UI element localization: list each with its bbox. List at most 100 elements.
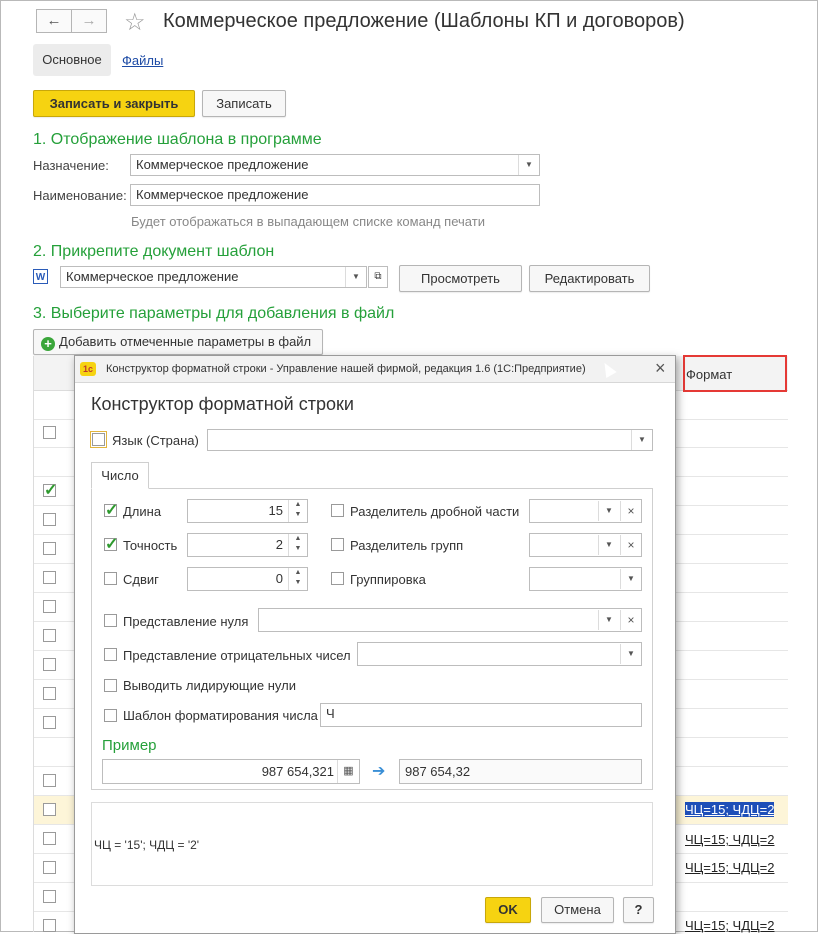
chevron-down-icon[interactable]: ▼ [631,430,652,450]
format-cell[interactable]: ЧЦ=15; ЧДЦ=2 [685,860,774,875]
row-checkbox[interactable] [43,861,56,874]
negative-repr-label: Представление отрицательных чисел [123,648,351,663]
precision-checkbox[interactable]: ✓ [104,537,118,553]
row-checkbox[interactable] [43,542,56,555]
spin-arrows-icon[interactable]: ▲ ▼ [288,500,307,522]
decimal-separator-label: Разделитель дробной части [350,504,520,519]
row-checkbox[interactable] [43,426,56,439]
row-checkbox[interactable] [43,629,56,642]
tab-files[interactable]: Файлы [122,53,163,68]
grouping-label: Группировка [350,572,426,587]
save-and-close-button[interactable]: Записать и закрыть [33,90,195,117]
template-value: Ч [326,706,335,721]
shift-stepper[interactable]: 0 ▲ ▼ [187,567,308,591]
chevron-down-icon[interactable]: ▼ [518,155,539,175]
clear-icon[interactable]: × [620,610,641,630]
template-input[interactable]: Ч [320,703,642,727]
add-params-button[interactable]: + Добавить отмеченные параметры в файл [33,329,323,355]
negative-repr-checkbox[interactable] [104,648,117,661]
language-checkbox[interactable] [92,433,105,446]
row-checkbox[interactable] [43,687,56,700]
example-input[interactable]: 987 654,321 ▦ [102,759,360,784]
row-checkbox[interactable] [43,513,56,526]
preview-button[interactable]: Просмотреть [399,265,522,292]
precision-stepper[interactable]: 2 ▲ ▼ [187,533,308,557]
row-checkbox[interactable] [43,832,56,845]
example-output: 987 654,32 [399,759,642,784]
shift-label: Сдвиг [123,572,159,587]
add-params-label: Добавить отмеченные параметры в файл [59,334,312,349]
tab-number[interactable]: Число [91,462,149,489]
leading-zeros-checkbox[interactable] [104,679,117,692]
zero-repr-label: Представление нуля [123,614,249,629]
example-heading: Пример [102,737,157,754]
row-checkbox[interactable] [43,919,56,932]
zero-repr-checkbox[interactable] [104,614,117,627]
name-input[interactable]: Коммерческое предложение [130,184,540,206]
row-checkbox[interactable] [43,890,56,903]
shift-checkbox[interactable] [104,572,117,585]
chevron-down-icon[interactable]: ▼ [598,535,619,555]
clear-icon[interactable]: × [620,535,641,555]
dialog-window-title: Конструктор форматной строки - Управлени… [106,363,586,375]
template-doc-value: Коммерческое предложение [66,269,239,284]
word-document-icon: W [33,269,48,284]
close-icon[interactable]: × [655,358,666,379]
decimal-separator-checkbox[interactable] [331,504,344,517]
clear-icon[interactable]: × [620,501,641,521]
help-button[interactable]: ? [623,897,654,923]
row-checkbox[interactable] [43,716,56,729]
precision-label: Точность [123,538,178,553]
save-button[interactable]: Записать [202,90,286,117]
format-column-header: Формат [686,367,733,382]
forward-button[interactable]: → [71,9,107,33]
row-checkbox-checked[interactable]: ✓ [43,483,57,499]
row-checkbox[interactable] [43,658,56,671]
language-label: Язык (Страна) [112,433,199,448]
example-output-value: 987 654,32 [405,764,471,779]
format-cell[interactable]: ЧЦ=15; ЧДЦ=2 [685,918,774,933]
row-checkbox[interactable] [43,803,56,816]
star-icon[interactable]: ☆ [124,8,146,37]
spin-arrows-icon[interactable]: ▲ ▼ [288,568,307,590]
row-checkbox[interactable] [43,774,56,787]
plus-icon: + [41,337,55,351]
length-stepper[interactable]: 15 ▲ ▼ [187,499,308,523]
group-separator-checkbox[interactable] [331,538,344,551]
format-cell[interactable]: ЧЦ=15; ЧДЦ=2 [685,802,775,817]
result-string: ЧЦ = '15'; ЧДЦ = '2' [94,838,200,852]
cancel-button[interactable]: Отмена [541,897,614,923]
example-input-value: 987 654,321 [261,764,334,779]
chevron-down-icon[interactable]: ▼ [620,569,641,589]
language-select[interactable]: ▼ [207,429,653,451]
purpose-value: Коммерческое предложение [136,157,309,172]
group-separator-select[interactable]: ▼ × [529,533,642,557]
format-cell[interactable]: ЧЦ=15; ЧДЦ=2 [685,832,774,847]
purpose-select[interactable]: Коммерческое предложение ▼ [130,154,540,176]
result-string-area[interactable]: ЧЦ = '15'; ЧДЦ = '2' [91,802,653,886]
grouping-select[interactable]: ▼ [529,567,642,591]
chevron-down-icon[interactable]: ▼ [345,267,366,287]
edit-button[interactable]: Редактировать [529,265,650,292]
calculator-icon[interactable]: ▦ [337,760,359,783]
row-checkbox[interactable] [43,571,56,584]
length-checkbox[interactable]: ✓ [104,503,118,519]
ok-button[interactable]: OK [485,897,531,923]
tab-main[interactable]: Основное [33,44,111,76]
row-checkbox[interactable] [43,600,56,613]
negative-repr-select[interactable]: ▼ [357,642,642,666]
app-logo-icon: 1с [80,362,96,376]
chevron-down-icon[interactable]: ▼ [620,644,641,664]
grouping-checkbox[interactable] [331,572,344,585]
back-button[interactable]: ← [36,9,72,33]
decimal-separator-select[interactable]: ▼ × [529,499,642,523]
chevron-down-icon[interactable]: ▼ [598,501,619,521]
dialog-titlebar[interactable]: 1с Конструктор форматной строки - Управл… [75,356,675,383]
template-doc-select[interactable]: Коммерческое предложение ▼ [60,266,367,288]
open-doc-icon[interactable]: ⧉ [368,266,388,288]
template-checkbox[interactable] [104,709,117,722]
zero-repr-select[interactable]: ▼ × [258,608,642,632]
chevron-down-icon[interactable]: ▼ [598,610,619,630]
group-separator-label: Разделитель групп [350,538,464,553]
spin-arrows-icon[interactable]: ▲ ▼ [288,534,307,556]
